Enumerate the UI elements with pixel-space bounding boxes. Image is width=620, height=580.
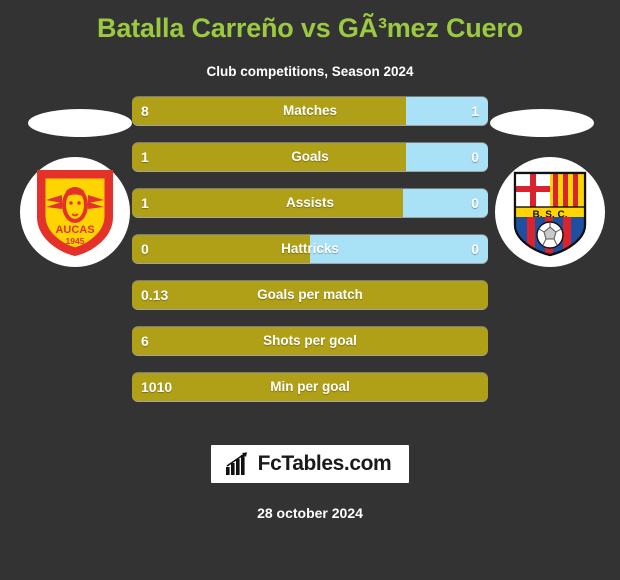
stat-label: Assists <box>285 195 335 210</box>
away-value: 0 <box>471 149 479 165</box>
chart-header: Batalla Carreño vs GÃ³mez Cuero Club com… <box>0 0 620 81</box>
stat-row-goals: 1 Goals 0 <box>132 143 488 171</box>
barcelona-sc-crest-icon: B. S. C. <box>513 171 587 257</box>
stat-row-goals-per-match: 0.13 Goals per match <box>132 281 488 309</box>
fctables-brand[interactable]: FcTables.com <box>210 445 410 483</box>
comparison-area: AUCAS 1945 B. S. C. 8 Matches 1 1 Goals … <box>0 97 620 407</box>
bar-chart-arrow-icon <box>225 452 247 475</box>
stat-label: Goals <box>291 149 329 164</box>
stat-row-matches: 8 Matches 1 <box>132 97 488 125</box>
brand-label: FcTables.com <box>257 452 392 475</box>
chart-footer: FcTables.com 28 october 2024 <box>0 445 620 521</box>
away-value: 1 <box>471 103 479 119</box>
stat-label: Hattricks <box>281 241 339 256</box>
home-team-crest-slot: AUCAS 1945 <box>0 97 140 277</box>
aucas-crest-icon: AUCAS 1945 <box>37 170 113 257</box>
page-title: Batalla Carreño vs GÃ³mez Cuero <box>97 13 523 43</box>
decorative-ellipse <box>28 109 132 137</box>
stat-row-min-per-goal: 1010 Min per goal <box>132 373 488 401</box>
stat-row-shots-per-goal: 6 Shots per goal <box>132 327 488 355</box>
svg-text:AUCAS: AUCAS <box>55 224 94 236</box>
away-value: 0 <box>471 195 479 211</box>
stat-label: Goals per match <box>257 287 363 302</box>
stat-label: Shots per goal <box>263 333 357 348</box>
footer-date: 28 october 2024 <box>257 505 363 521</box>
decorative-ellipse <box>490 109 594 137</box>
stat-row-assists: 1 Assists 0 <box>132 189 488 217</box>
stat-rows: 8 Matches 1 1 Goals 0 1 Assists 0 0 Hatt… <box>132 97 488 419</box>
chart-subtitle: Club competitions, Season 2024 <box>206 64 414 79</box>
stat-label: Min per goal <box>270 379 350 394</box>
stat-row-hattricks: 0 Hattricks 0 <box>132 235 488 263</box>
away-value: 0 <box>471 241 479 257</box>
stat-label: Matches <box>282 103 338 118</box>
away-team-crest-slot: B. S. C. <box>480 97 620 277</box>
svg-text:1945: 1945 <box>66 236 85 246</box>
